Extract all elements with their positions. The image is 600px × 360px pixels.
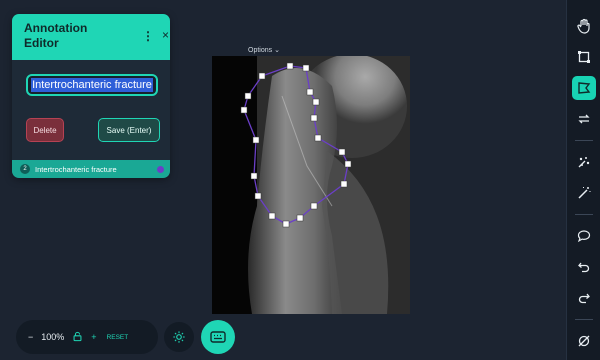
xray-image[interactable] xyxy=(212,56,410,314)
zoom-controls: − 100% + RESET xyxy=(16,320,158,354)
annotation-color-dot xyxy=(157,165,164,173)
polygon-vertex[interactable] xyxy=(268,212,276,220)
magic-wand-icon[interactable] xyxy=(572,181,596,205)
polygon-vertex[interactable] xyxy=(282,220,290,228)
polygon-vertex[interactable] xyxy=(254,192,262,200)
transform-icon[interactable] xyxy=(572,107,596,131)
zoom-level: 100% xyxy=(41,332,65,342)
redo-icon[interactable] xyxy=(572,286,596,310)
polygon-vertex[interactable] xyxy=(312,98,320,106)
options-menu[interactable]: Options ⌄ xyxy=(248,46,280,54)
toolbar-divider xyxy=(574,214,593,215)
toolbar-divider xyxy=(574,140,593,141)
delete-button[interactable]: Delete xyxy=(26,118,64,142)
hand-icon[interactable] xyxy=(572,14,596,38)
sun-icon xyxy=(173,331,185,343)
lock-icon[interactable] xyxy=(72,331,83,344)
brightness-button[interactable] xyxy=(164,322,194,352)
reset-button[interactable]: RESET xyxy=(107,334,129,341)
polygon-vertex[interactable] xyxy=(296,214,304,222)
panel-title: Annotation Editor xyxy=(24,21,88,50)
undo-icon[interactable] xyxy=(572,255,596,279)
polygon-vertex[interactable] xyxy=(286,62,294,70)
polygon-vertex[interactable] xyxy=(258,72,266,80)
polygon-vertex[interactable] xyxy=(310,114,318,122)
comment-icon[interactable] xyxy=(572,224,596,248)
more-options-icon[interactable]: ⋮ xyxy=(142,29,154,43)
hide-icon[interactable] xyxy=(572,329,596,353)
annotation-label: Intertrochanteric fracture xyxy=(35,164,117,174)
keyboard-shortcuts-button[interactable] xyxy=(201,320,235,354)
polygon-vertex[interactable] xyxy=(252,136,260,144)
magic-points-icon[interactable] xyxy=(572,150,596,174)
options-label[interactable]: Options xyxy=(248,47,272,54)
polygon-vertex[interactable] xyxy=(240,106,248,114)
keyboard-icon xyxy=(210,331,226,343)
polygon-vertex[interactable] xyxy=(310,202,318,210)
annotation-list-item[interactable]: 2 Intertrochanteric fracture xyxy=(12,160,170,178)
right-toolbar xyxy=(566,0,600,360)
xray-svg xyxy=(212,56,410,314)
chevron-down-icon: ⌄ xyxy=(274,47,280,54)
polygon-icon[interactable] xyxy=(571,76,596,100)
close-icon[interactable]: × xyxy=(162,28,169,42)
polygon-vertex[interactable] xyxy=(344,160,352,168)
polygon-vertex[interactable] xyxy=(340,180,348,188)
label-input-value[interactable]: Intertrochanteric fracture xyxy=(31,78,153,92)
annotation-editor-panel: Annotation Editor ⋮ × Intertrochanteric … xyxy=(12,14,170,178)
label-input[interactable]: Intertrochanteric fracture xyxy=(26,74,158,96)
polygon-vertex[interactable] xyxy=(338,148,346,156)
polygon-vertex[interactable] xyxy=(244,92,252,100)
polygon-vertex[interactable] xyxy=(306,88,314,96)
annotation-number: 2 xyxy=(20,164,30,174)
polygon-vertex[interactable] xyxy=(302,64,310,72)
zoom-in-button[interactable]: + xyxy=(91,332,96,342)
bbox-icon[interactable] xyxy=(572,45,596,69)
zoom-out-button[interactable]: − xyxy=(28,332,33,342)
panel-header: Annotation Editor ⋮ × xyxy=(12,14,170,60)
toolbar-divider xyxy=(574,319,593,320)
polygon-vertex[interactable] xyxy=(314,134,322,142)
save-button[interactable]: Save (Enter) xyxy=(98,118,160,142)
polygon-vertex[interactable] xyxy=(250,172,258,180)
